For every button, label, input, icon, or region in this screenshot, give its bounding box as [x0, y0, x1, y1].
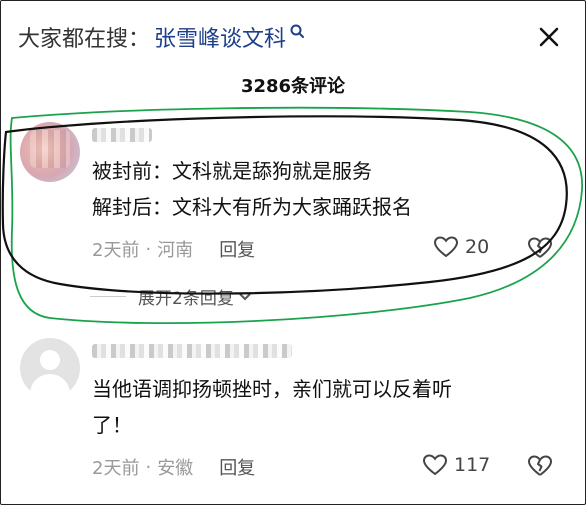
comment-meta: 2天前 · 安徽 回复 — [92, 454, 255, 480]
comment-location: 河南 — [157, 240, 194, 261]
reply-button[interactable]: 回复 — [219, 454, 255, 480]
username-blurred[interactable] — [92, 344, 292, 358]
meta-separator: · — [145, 456, 152, 478]
like-count: 117 — [454, 454, 491, 476]
heart-icon — [433, 236, 459, 258]
comment-time: 2天前 — [92, 240, 140, 261]
avatar[interactable] — [20, 122, 80, 182]
search-prefix: 大家都在搜： — [18, 27, 151, 52]
search-icon[interactable] — [289, 23, 307, 41]
comment-text-line: 当他语调抑扬顿挫时，亲们就可以反着听 — [92, 377, 452, 401]
comment-text-line: 了！ — [92, 413, 132, 437]
expand-replies-label: 展开2条回复 — [138, 289, 234, 309]
expand-divider — [90, 296, 126, 297]
comment-meta: 2天前 · 河南 回复 — [92, 236, 255, 262]
search-term-link[interactable]: 张雪峰谈文科 — [154, 21, 286, 53]
avatar-head-shape — [40, 350, 60, 370]
username-blurred[interactable] — [92, 128, 152, 142]
chevron-down-icon — [239, 292, 251, 300]
comment-text-line: 被封前：文科就是舔狗就是服务 — [92, 159, 372, 183]
like-count: 20 — [465, 236, 490, 258]
comment-time: 2天前 — [92, 458, 140, 479]
comment-count: 3286条评论 — [240, 76, 346, 97]
comment-location: 安徽 — [157, 458, 194, 479]
dislike-broken-heart-icon[interactable] — [527, 454, 553, 478]
dislike-broken-heart-icon[interactable] — [527, 236, 553, 260]
comment-text-line: 解封后：文科大有所为大家踊跃报名 — [92, 195, 412, 219]
like-button[interactable]: 117 — [422, 453, 490, 477]
meta-separator: · — [145, 238, 152, 260]
close-icon[interactable] — [538, 26, 560, 48]
reply-button[interactable]: 回复 — [219, 236, 255, 262]
avatar-body-shape — [30, 374, 70, 398]
expand-replies[interactable]: 展开2条回复 — [90, 284, 252, 309]
like-button[interactable]: 20 — [433, 235, 489, 259]
avatar[interactable] — [20, 338, 80, 398]
search-suggestion[interactable]: 大家都在搜： 张雪峰谈文科 — [18, 20, 307, 54]
heart-icon — [422, 454, 448, 476]
